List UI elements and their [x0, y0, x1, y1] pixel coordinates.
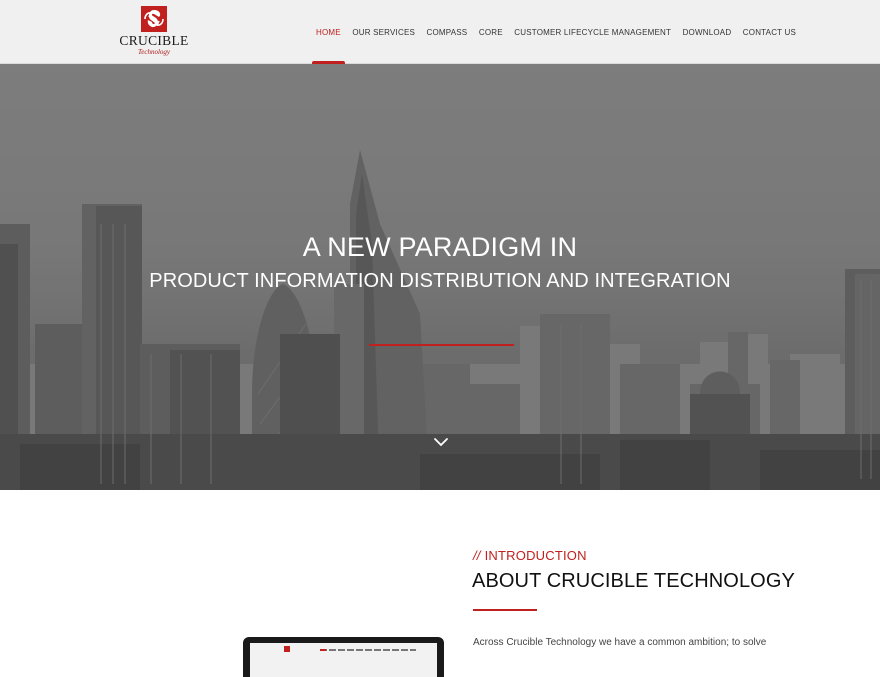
nav-item-contact-us[interactable]: CONTACT US [743, 0, 796, 64]
chevron-down-icon[interactable] [432, 436, 450, 448]
hero-divider [369, 344, 514, 346]
intro-eyebrow: //INTRODUCTION [473, 548, 587, 563]
laptop-nav-active [320, 649, 326, 651]
hero-subtitle: PRODUCT INFORMATION DISTRIBUTION AND INT… [149, 270, 731, 292]
nav-item-compass[interactable]: COMPASS [427, 0, 468, 64]
intro-body-text: Across Crucible Technology we have a com… [473, 637, 767, 648]
eyebrow-slashes: // [473, 548, 481, 563]
crucible-logo-icon [141, 6, 167, 32]
hero-banner: A NEW PARADIGM IN PRODUCT INFORMATION DI… [0, 64, 880, 490]
laptop-logo-icon [284, 646, 290, 652]
eyebrow-label: INTRODUCTION [484, 548, 587, 563]
laptop-mockup-image [243, 637, 444, 677]
site-header: CRUCIBLE Technology HOME OUR SERVICES CO… [0, 0, 880, 64]
intro-divider [473, 609, 537, 611]
brand-logo[interactable]: CRUCIBLE Technology [116, 6, 192, 58]
hero-title: A NEW PARADIGM IN [302, 232, 578, 262]
nav-item-customer-lifecycle-management[interactable]: CUSTOMER LIFECYCLE MANAGEMENT [514, 0, 671, 64]
brand-name: CRUCIBLE [119, 33, 189, 48]
nav-item-our-services[interactable]: OUR SERVICES [352, 0, 415, 64]
brand-tagline: Technology [137, 48, 171, 56]
laptop-screen [250, 643, 437, 677]
laptop-nav-bar [320, 649, 416, 651]
nav-item-core[interactable]: CORE [479, 0, 503, 64]
intro-title: ABOUT CRUCIBLE TECHNOLOGY [472, 570, 795, 592]
nav-item-download[interactable]: DOWNLOAD [683, 0, 732, 64]
main-nav: HOME OUR SERVICES COMPASS CORE CUSTOMER … [312, 0, 808, 64]
nav-item-home[interactable]: HOME [312, 0, 345, 64]
